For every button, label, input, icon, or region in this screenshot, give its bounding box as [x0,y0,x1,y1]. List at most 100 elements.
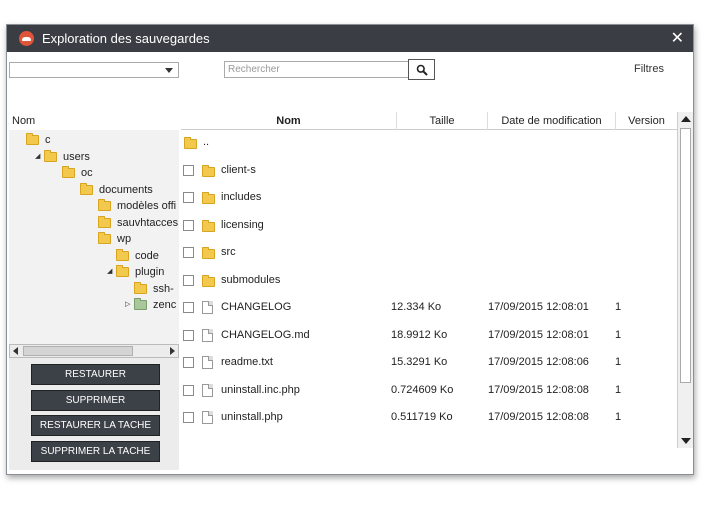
folder-icon [44,149,57,162]
file-row[interactable]: CHANGELOG.md 18.9912 Ko 17/09/2015 12:08:0… [181,323,677,350]
tree-expander-icon[interactable]: ◢ [35,149,44,165]
folder-icon [184,137,197,150]
file-date: 17/09/2015 12:08:08 [488,411,589,423]
file-row[interactable]: includes [181,185,677,212]
folder-icon [80,182,93,195]
tree-item[interactable]: sauvhtacces [89,215,178,231]
row-checkbox[interactable] [183,384,194,396]
folder-icon [26,133,39,146]
folder-icon [134,281,147,294]
tree-item[interactable]: wp [89,231,131,247]
tree-item[interactable]: modèles offi [89,198,176,214]
scrollbar-thumb[interactable] [23,346,133,356]
file-row[interactable]: client-s [181,158,677,185]
row-checkbox[interactable] [183,219,194,231]
file-icon [202,411,213,424]
file-row[interactable]: readme.txt 15.3291 Ko 17/09/2015 12:08:06 1 [181,350,677,377]
backup-explorer-window: Exploration des sauvegardes ✕ Filtres No… [6,24,694,475]
tree-item-label: oc [81,167,93,179]
row-checkbox[interactable] [183,412,194,423]
row-checkbox[interactable] [183,274,194,286]
file-size: 0.511719 Ko [391,411,453,423]
title-bar: Exploration des sauvegardes ✕ [7,25,693,52]
file-list: .. client-s includes licensing src submodules… [181,130,677,448]
folder-icon [98,232,111,245]
tree-item[interactable]: c [17,132,51,148]
file-date: 17/09/2015 12:08:06 [488,356,589,368]
tree-horizontal-scrollbar[interactable] [9,344,179,358]
file-row[interactable]: .. [181,130,677,157]
file-name: licensing [221,218,264,231]
restore-task-button[interactable]: RESTAURER LA TACHE [31,415,160,436]
tree-item-label: ssh- [153,282,174,295]
folder-icon [116,248,129,261]
file-size: 15.3291 Ko [391,356,448,368]
search-input[interactable] [224,61,409,78]
tree-item-label: wp [117,233,132,245]
column-header-date[interactable]: Date de modification [488,112,616,130]
file-name: uninstall.php [221,411,283,423]
folder-icon [98,199,111,212]
row-checkbox[interactable] [183,302,194,313]
file-size: 12.334 Ko [391,301,442,313]
file-row[interactable]: CHANGELOG 12.334 Ko 17/09/2015 12:08:01 1 [181,295,677,322]
backup-select[interactable] [9,62,179,78]
tree-item-label: sauvhtacces [117,216,179,229]
file-date: 17/09/2015 12:08:01 [488,301,589,313]
scroll-up-icon[interactable] [681,116,691,122]
restore-button[interactable]: RESTAURER [31,364,160,385]
row-checkbox[interactable] [183,329,194,341]
tree-item[interactable]: oc [53,165,93,181]
delete-button[interactable]: SUPPRIMER [31,390,160,411]
toolbar: Filtres [7,52,693,112]
column-header-name[interactable]: Nom [181,112,397,130]
tree-expander-icon[interactable]: ▷ [125,297,134,313]
filters-link[interactable]: Filtres [634,63,664,75]
file-name: src [221,246,236,258]
window-title: Exploration des sauvegardes [42,31,210,46]
folder-icon [116,265,129,278]
tree-item[interactable]: code [107,248,159,264]
folder-icon [202,247,215,260]
file-row[interactable]: submodules [181,268,677,295]
folder-icon [202,274,215,287]
file-row[interactable]: src [181,240,677,267]
column-header-version[interactable]: Version [616,112,677,130]
file-row[interactable]: licensing [181,213,677,240]
scrollbar-thumb[interactable] [680,128,691,383]
search-button[interactable] [408,59,435,80]
folder-tree-pane: Nom c ◢ users oc documents modèles offi sauvht… [7,112,181,470]
scroll-right-icon[interactable] [170,347,175,355]
scroll-left-icon[interactable] [13,347,18,355]
app-logo-icon [19,31,34,46]
tree-expander-icon[interactable]: ◢ [107,264,116,280]
column-header-size[interactable]: Taille [397,112,488,130]
file-icon [202,356,213,369]
file-name: submodules [221,273,281,286]
file-list-vertical-scrollbar[interactable] [677,112,693,448]
file-list-header: Nom Taille Date de modification Version [181,112,677,130]
tree-item-label: code [135,249,159,262]
file-row[interactable]: uninstall.php 0.511719 Ko 17/09/2015 12:08… [181,405,677,432]
file-row[interactable]: uninstall.inc.php 0.724609 Ko 17/09/2015 1… [181,378,677,405]
tree-item[interactable]: ▷ zenc [125,297,176,313]
row-checkbox[interactable] [183,357,194,368]
scroll-down-icon[interactable] [681,438,691,444]
folder-icon [98,215,111,228]
row-checkbox[interactable] [183,247,194,258]
delete-task-button[interactable]: SUPPRIMER LA TACHE [31,441,160,462]
close-icon[interactable]: ✕ [671,28,684,48]
tree-item[interactable]: documents [71,182,153,198]
tree-item-label: c [45,134,51,146]
file-list-pane: Nom Taille Date de modification Version … [181,112,693,470]
row-checkbox[interactable] [183,192,194,203]
file-name: CHANGELOG.md [221,328,310,341]
tree-item[interactable]: ssh- [125,281,174,297]
file-name: includes [221,191,262,203]
tree-item[interactable]: ◢ plugin [107,264,164,280]
tree-item[interactable]: ◢ users [35,149,90,165]
search-icon [416,64,428,76]
file-name: CHANGELOG [221,301,292,313]
action-buttons: RESTAURER SUPPRIMER RESTAURER LA TACHE S… [9,358,179,470]
row-checkbox[interactable] [183,164,194,176]
